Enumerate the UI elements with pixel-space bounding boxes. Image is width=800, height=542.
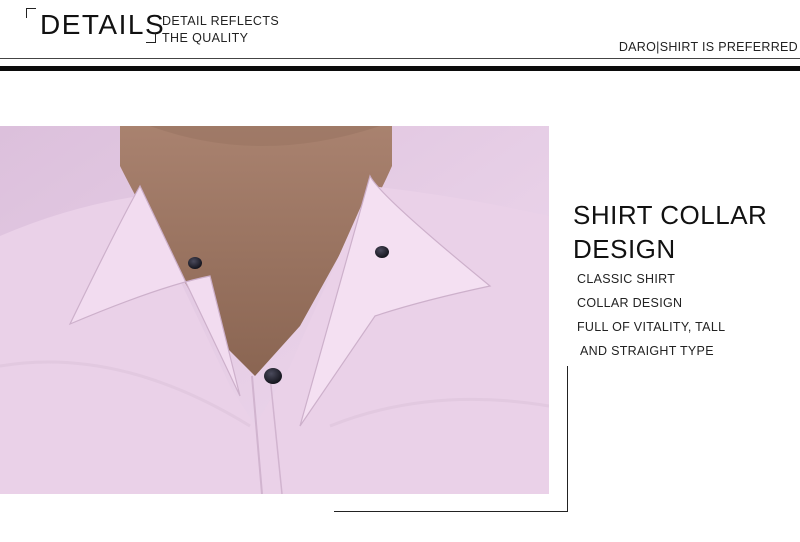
feature-description-line: COLLAR DESIGN bbox=[577, 296, 683, 310]
header-subtitle-line-2: THE QUALITY bbox=[162, 31, 249, 45]
collar-illustration bbox=[0, 126, 549, 494]
feature-title-line-1: SHIRT COLLAR bbox=[573, 200, 768, 230]
header-thin-rule bbox=[0, 58, 800, 59]
decorative-vertical-line bbox=[567, 366, 568, 512]
feature-description-line: CLASSIC SHIRT bbox=[577, 272, 676, 286]
decorative-horizontal-line bbox=[334, 511, 568, 512]
feature-description-line: AND STRAIGHT TYPE bbox=[580, 344, 714, 358]
brand-tagline: DARO|SHIRT IS PREFERRED bbox=[618, 40, 798, 54]
header-thick-rule bbox=[0, 66, 800, 71]
header-subtitle-line-1: DETAIL REFLECTS bbox=[162, 14, 280, 28]
header-bracket-top-left bbox=[26, 8, 36, 18]
header-subtitle: DETAIL REFLECTS THE QUALITY bbox=[162, 13, 279, 47]
header-bracket-bottom-right bbox=[146, 33, 156, 43]
feature-description: CLASSIC SHIRT COLLAR DESIGN FULL OF VITA… bbox=[577, 270, 725, 366]
feature-title-line-2: DESIGN bbox=[573, 234, 676, 264]
feature-description-line: FULL OF VITALITY, TALL bbox=[577, 320, 726, 334]
product-photo-collar bbox=[0, 126, 549, 494]
feature-title: SHIRT COLLAR DESIGN bbox=[573, 198, 767, 266]
